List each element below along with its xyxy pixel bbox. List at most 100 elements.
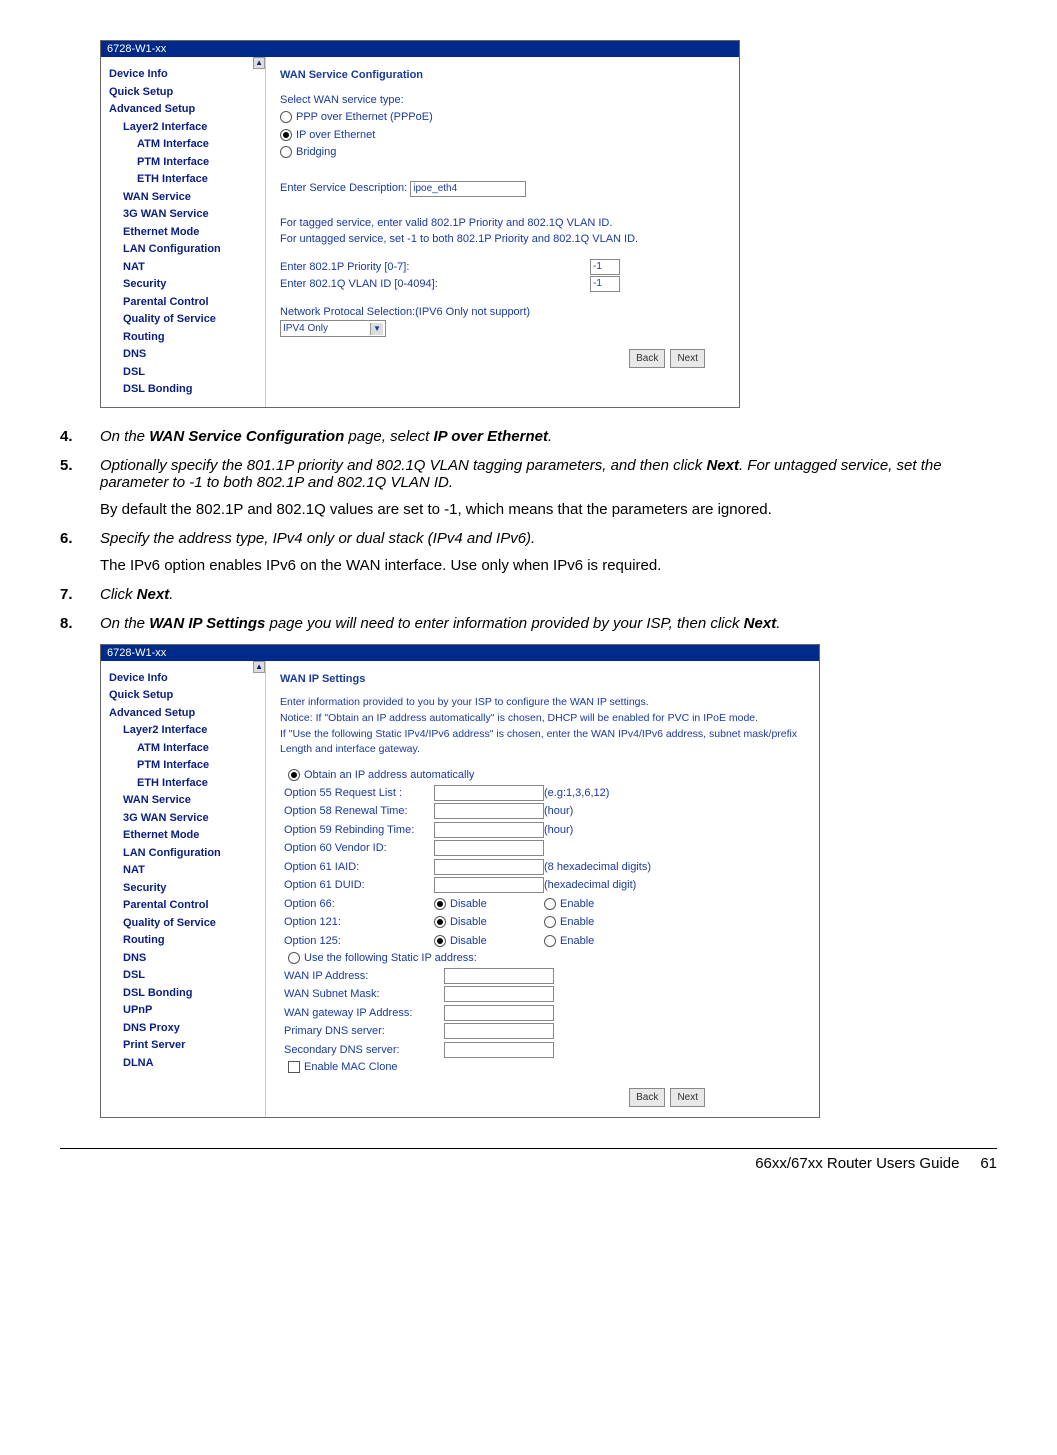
- sidebar-item[interactable]: NAT: [123, 259, 259, 276]
- opt58-input[interactable]: [434, 803, 544, 819]
- sidebar-item[interactable]: Ethernet Mode: [123, 827, 259, 844]
- opt60-label: Option 60 Vendor ID:: [284, 840, 434, 857]
- protocol-select-value: IPV4 Only: [283, 321, 328, 336]
- service-desc-input[interactable]: ipoe_eth4: [410, 181, 526, 197]
- mac-clone-checkbox[interactable]: [288, 1061, 300, 1073]
- untagged-note: For untagged service, set -1 to both 802…: [280, 231, 725, 248]
- opt66-disable-radio[interactable]: [434, 898, 446, 910]
- sidebar-item[interactable]: ATM Interface: [137, 740, 259, 757]
- sidebar-item[interactable]: LAN Configuration: [123, 241, 259, 258]
- sidebar-item[interactable]: DSL: [123, 364, 259, 381]
- sidebar-item[interactable]: Device Info: [109, 66, 259, 83]
- sidebar-item[interactable]: DNS Proxy: [123, 1020, 259, 1037]
- priority-input[interactable]: -1: [590, 259, 620, 275]
- opt66-enable-radio[interactable]: [544, 898, 556, 910]
- sidebar-item[interactable]: Layer2 Interface: [123, 119, 259, 136]
- sidebar-item[interactable]: NAT: [123, 862, 259, 879]
- opt125-disable-radio[interactable]: [434, 935, 446, 947]
- opt60-input[interactable]: [434, 840, 544, 856]
- opt61i-input[interactable]: [434, 859, 544, 875]
- sidebar-item[interactable]: ATM Interface: [137, 136, 259, 153]
- sidebar-item[interactable]: Quality of Service: [123, 915, 259, 932]
- priority-label: Enter 802.1P Priority [0-7]:: [280, 259, 409, 276]
- next-button[interactable]: Next: [670, 1088, 705, 1107]
- radio-bridging[interactable]: [280, 146, 292, 158]
- step-note: By default the 802.1P and 802.1Q values …: [100, 501, 997, 518]
- step-number: 6.: [60, 530, 100, 547]
- sidebar-item[interactable]: 3G WAN Service: [123, 810, 259, 827]
- opt55-input[interactable]: [434, 785, 544, 801]
- opt55-label: Option 55 Request List :: [284, 785, 434, 802]
- page-number: 61: [980, 1155, 997, 1172]
- sidebar-item[interactable]: Parental Control: [123, 897, 259, 914]
- mac-clone-label: Enable MAC Clone: [304, 1059, 398, 1076]
- radio-ipoe-label: IP over Ethernet: [296, 127, 375, 144]
- panel-heading: WAN Service Configuration: [280, 67, 725, 84]
- opt59-hint: (hour): [544, 822, 664, 839]
- service-desc-label: Enter Service Description:: [280, 182, 407, 194]
- sidebar-item[interactable]: Routing: [123, 932, 259, 949]
- sidebar-item[interactable]: Print Server: [123, 1037, 259, 1054]
- protocol-select[interactable]: IPV4 Only ▼: [280, 320, 386, 337]
- footer-title: 66xx/67xx Router Users Guide: [755, 1155, 959, 1172]
- radio-ipoe[interactable]: [280, 129, 292, 141]
- opt59-input[interactable]: [434, 822, 544, 838]
- scrollbar-up-icon[interactable]: ▲: [253, 57, 265, 69]
- sidebar-item[interactable]: Layer2 Interface: [123, 722, 259, 739]
- wan-mask-input[interactable]: [444, 986, 554, 1002]
- sidebar-item[interactable]: DNS: [123, 346, 259, 363]
- sidebar-item[interactable]: Quick Setup: [109, 84, 259, 101]
- next-button[interactable]: Next: [670, 349, 705, 368]
- sidebar-item[interactable]: Security: [123, 880, 259, 897]
- sidebar-item[interactable]: DNS: [123, 950, 259, 967]
- sidebar-item[interactable]: Security: [123, 276, 259, 293]
- radio-pppoe[interactable]: [280, 111, 292, 123]
- opt61d-label: Option 61 DUID:: [284, 877, 434, 894]
- back-button[interactable]: Back: [629, 349, 665, 368]
- opt121-disable-radio[interactable]: [434, 916, 446, 928]
- sidebar-item[interactable]: PTM Interface: [137, 154, 259, 171]
- intro-text: Enter information provided to you by you…: [280, 695, 805, 711]
- sidebar-item[interactable]: LAN Configuration: [123, 845, 259, 862]
- sidebar-item[interactable]: DSL: [123, 967, 259, 984]
- sidebar-item[interactable]: Advanced Setup: [109, 101, 259, 118]
- sidebar-item[interactable]: DSL Bonding: [123, 381, 259, 398]
- wan-gw-input[interactable]: [444, 1005, 554, 1021]
- sidebar-item[interactable]: PTM Interface: [137, 757, 259, 774]
- scrollbar-up-icon[interactable]: ▲: [253, 661, 265, 673]
- sidebar-item[interactable]: WAN Service: [123, 792, 259, 809]
- sidebar-item[interactable]: DSL Bonding: [123, 985, 259, 1002]
- radio-static-ip[interactable]: [288, 952, 300, 964]
- opt121-label: Option 121:: [284, 914, 434, 931]
- sidebar-item[interactable]: ETH Interface: [137, 775, 259, 792]
- dns2-input[interactable]: [444, 1042, 554, 1058]
- opt125-enable-radio[interactable]: [544, 935, 556, 947]
- sidebar-item[interactable]: Quality of Service: [123, 311, 259, 328]
- wan-ip-label: WAN IP Address:: [284, 968, 444, 985]
- sidebar-item[interactable]: Advanced Setup: [109, 705, 259, 722]
- back-button[interactable]: Back: [629, 1088, 665, 1107]
- content-panel: WAN IP Settings Enter information provid…: [266, 661, 819, 1117]
- wan-gw-label: WAN gateway IP Address:: [284, 1005, 444, 1022]
- sidebar-item[interactable]: UPnP: [123, 1002, 259, 1019]
- sidebar-item[interactable]: WAN Service: [123, 189, 259, 206]
- radio-obtain-auto[interactable]: [288, 769, 300, 781]
- sidebar-item[interactable]: Ethernet Mode: [123, 224, 259, 241]
- instruction-list: 4. On the WAN Service Configuration page…: [60, 428, 997, 632]
- opt58-label: Option 58 Renewal Time:: [284, 803, 434, 820]
- sidebar-item[interactable]: DLNA: [123, 1055, 259, 1072]
- dns1-input[interactable]: [444, 1023, 554, 1039]
- opt61d-input[interactable]: [434, 877, 544, 893]
- sidebar-item[interactable]: 3G WAN Service: [123, 206, 259, 223]
- opt61i-label: Option 61 IAID:: [284, 859, 434, 876]
- radio-pppoe-label: PPP over Ethernet (PPPoE): [296, 109, 433, 126]
- opt121-enable-radio[interactable]: [544, 916, 556, 928]
- sidebar-item[interactable]: Routing: [123, 329, 259, 346]
- sidebar-item[interactable]: Device Info: [109, 670, 259, 687]
- vlan-input[interactable]: -1: [590, 276, 620, 292]
- sidebar-item[interactable]: Quick Setup: [109, 687, 259, 704]
- window-title: 6728-W1-xx: [101, 41, 739, 57]
- sidebar-item[interactable]: ETH Interface: [137, 171, 259, 188]
- sidebar-item[interactable]: Parental Control: [123, 294, 259, 311]
- wan-ip-input[interactable]: [444, 968, 554, 984]
